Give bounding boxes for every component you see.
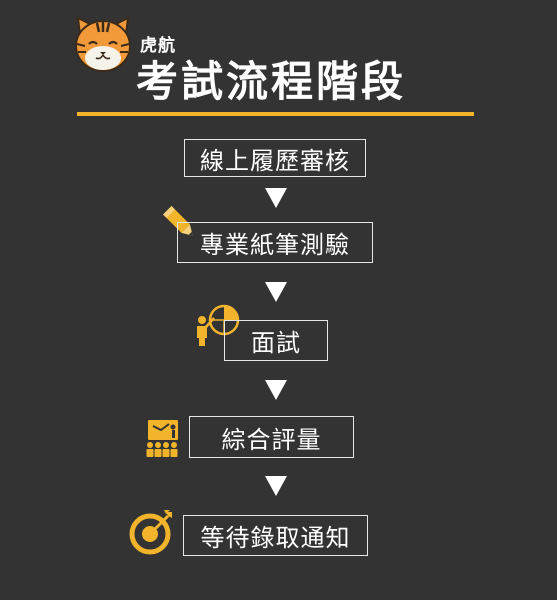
step-label: 綜合評量 bbox=[221, 425, 322, 454]
title-underline bbox=[77, 112, 474, 116]
step-online-resume-review: 線上履歷審核 bbox=[184, 139, 366, 177]
down-triangle-icon bbox=[265, 282, 287, 302]
step-await-admission-notice: 等待錄取通知 bbox=[183, 515, 368, 556]
step-interview: 面試 bbox=[224, 320, 328, 361]
step-label: 等待錄取通知 bbox=[200, 524, 351, 552]
audience-board-icon bbox=[146, 420, 178, 457]
step-label: 面試 bbox=[251, 329, 301, 357]
down-triangle-icon bbox=[265, 476, 287, 496]
down-triangle-icon bbox=[265, 380, 287, 400]
tiger-logo-icon bbox=[75, 16, 131, 72]
target-arrow-icon bbox=[129, 510, 172, 555]
brand-name: 虎航 bbox=[140, 36, 176, 56]
step-comprehensive-evaluation: 綜合評量 bbox=[189, 416, 354, 458]
step-written-exam: 專業紙筆測驗 bbox=[177, 222, 373, 263]
step-label: 專業紙筆測驗 bbox=[200, 231, 350, 259]
down-triangle-icon bbox=[265, 188, 287, 208]
step-label: 線上履歷審核 bbox=[200, 146, 350, 175]
page-title: 考試流程階段 bbox=[136, 57, 407, 106]
